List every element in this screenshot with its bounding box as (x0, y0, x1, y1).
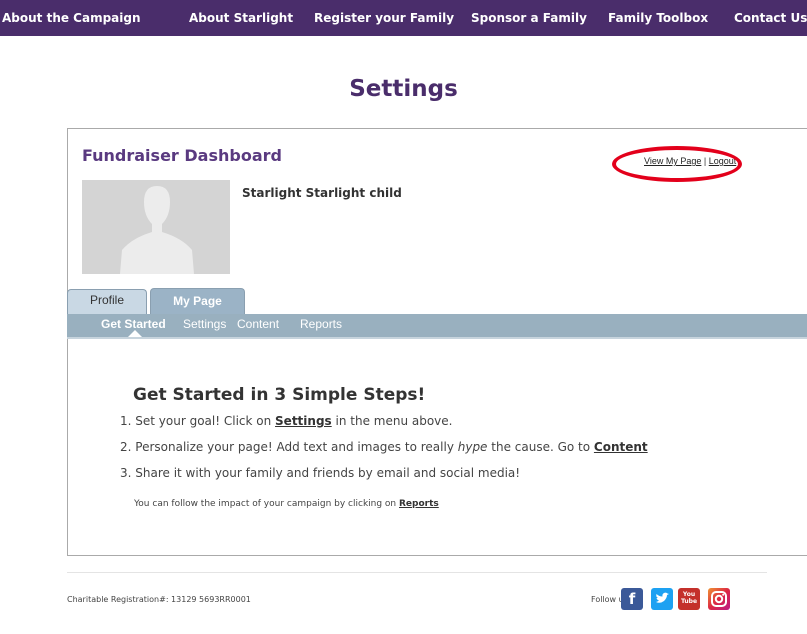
step-item-2: 2. Personalize your page! Add text and i… (120, 440, 648, 466)
charity-registration: Charitable Registration#: 13129 5693RR00… (67, 595, 251, 604)
twitter-bird-icon (656, 592, 669, 603)
step-text: 3. Share it with your family and friends… (120, 466, 521, 480)
nav-about-campaign[interactable]: About the Campaign (2, 11, 141, 25)
active-tab-caret (128, 330, 142, 337)
nav-family-toolbox[interactable]: Family Toolbox (608, 11, 708, 25)
settings-link[interactable]: Settings (275, 414, 332, 428)
top-navigation: About the Campaign About Starlight Regis… (0, 0, 807, 36)
subnav-divider (67, 337, 807, 339)
step-text: 1. Set your goal! Click on (120, 414, 276, 428)
footer-divider (67, 572, 767, 573)
step-text: the cause. Go to (487, 440, 594, 454)
steps-list: 1. Set your goal! Click on Settings in t… (120, 414, 648, 492)
sub-navigation: Get Started Settings Content Reports (67, 314, 807, 337)
person-silhouette-icon (82, 180, 230, 274)
youtube-icon[interactable]: You Tube (678, 588, 700, 610)
hype-emphasis: hype (457, 440, 488, 454)
step-text: 2. Personalize your page! Add text and i… (120, 440, 458, 454)
subnav-content[interactable]: Content (237, 317, 279, 331)
instagram-icon[interactable] (708, 588, 730, 610)
subnav-settings[interactable]: Settings (183, 317, 226, 331)
avatar (82, 180, 230, 274)
step-item-3: 3. Share it with your family and friends… (120, 466, 648, 492)
youtube-tube-text: Tube (680, 598, 698, 605)
reports-link[interactable]: Reports (399, 499, 439, 509)
step-item-1: 1. Set your goal! Click on Settings in t… (120, 414, 648, 440)
nav-contact-us[interactable]: Contact Us (734, 11, 807, 25)
reports-note: You can follow the impact of your campai… (134, 499, 439, 509)
subnav-reports[interactable]: Reports (300, 317, 342, 331)
twitter-icon[interactable] (651, 588, 673, 610)
nav-register-family[interactable]: Register your Family (314, 11, 454, 25)
note-text: You can follow the impact of your campai… (134, 499, 399, 509)
content-link[interactable]: Content (594, 440, 648, 454)
facebook-icon[interactable]: f (621, 588, 643, 610)
subnav-get-started[interactable]: Get Started (101, 317, 166, 331)
highlight-annotation (612, 146, 742, 182)
youtube-you-text: You (682, 591, 696, 598)
page-title: Settings (349, 76, 458, 102)
step-text: in the menu above. (331, 414, 453, 428)
tab-profile[interactable]: Profile (67, 289, 147, 316)
fundraiser-name: Starlight Starlight child (242, 186, 402, 200)
instagram-camera-icon (711, 591, 727, 607)
nav-sponsor-family[interactable]: Sponsor a Family (471, 11, 587, 25)
steps-heading: Get Started in 3 Simple Steps! (133, 385, 426, 405)
tab-my-page[interactable]: My Page (150, 288, 245, 316)
nav-about-starlight[interactable]: About Starlight (189, 11, 293, 25)
dashboard-title: Fundraiser Dashboard (82, 146, 282, 165)
